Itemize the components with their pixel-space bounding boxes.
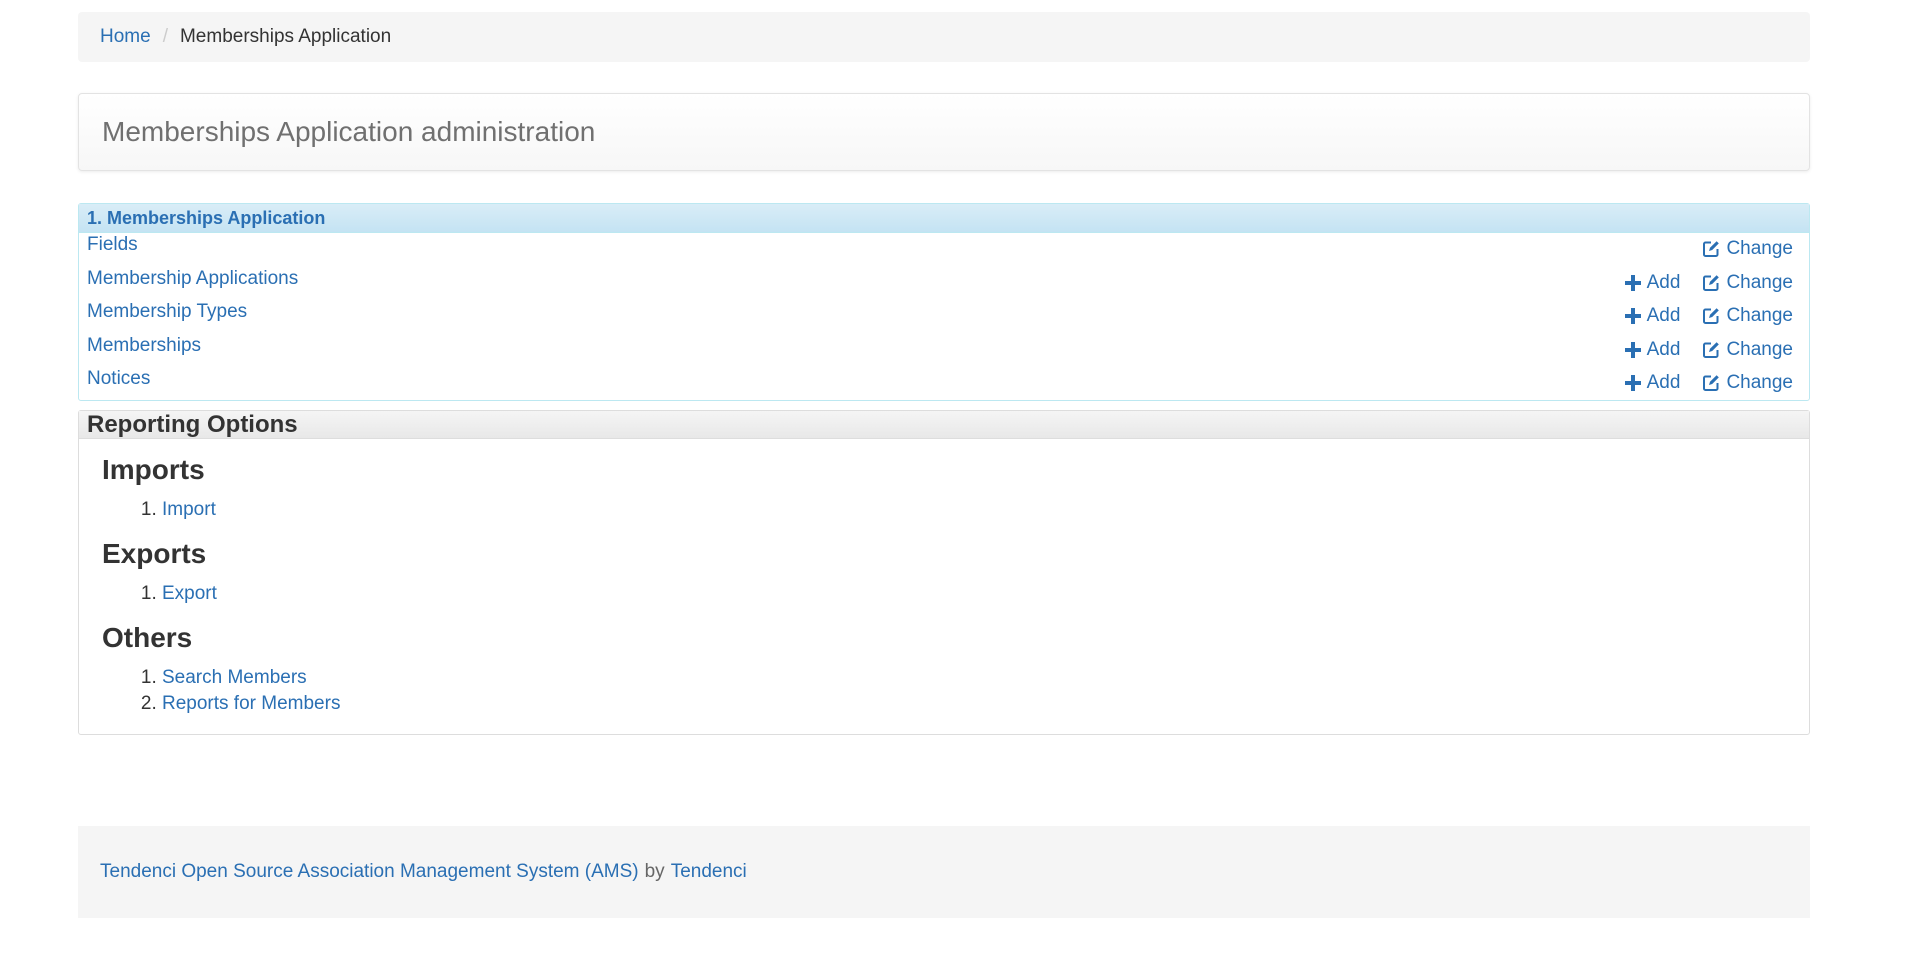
model-actions: Add Change [1624,271,1793,294]
change-label: Change [1726,338,1793,360]
footer: Tendenci Open Source Association Managem… [78,826,1810,918]
edit-icon [1702,307,1720,325]
change-membership-types-button[interactable]: Change [1702,305,1793,327]
change-label: Change [1726,271,1793,293]
reporting-caption: Reporting Options [79,411,1809,439]
edit-icon [1702,341,1720,359]
search-members-link[interactable]: Search Members [162,667,307,688]
breadcrumb: Home / Memberships Application [78,12,1810,62]
app-module-memberships: 1. Memberships Application Fields Change M… [78,203,1810,401]
page-header: Memberships Application administration [78,93,1810,171]
change-membership-applications-button[interactable]: Change [1702,272,1793,294]
model-link-membership-types[interactable]: Membership Types [87,301,247,323]
model-row-memberships: Memberships Add Change [79,334,1809,368]
module-caption: 1. Memberships Application [79,204,1809,233]
add-notices-button[interactable]: Add [1624,372,1681,394]
model-link-membership-applications[interactable]: Membership Applications [87,268,298,290]
change-fields-button[interactable]: Change [1702,238,1793,260]
plus-icon [1624,308,1641,324]
model-actions: Change [1702,238,1793,260]
breadcrumb-separator: / [162,26,168,47]
exports-list: Export [102,581,1786,607]
plus-icon [1624,274,1641,291]
list-item: Export [162,581,1786,607]
plus-icon [1624,341,1641,358]
change-label: Change [1726,372,1793,393]
reports-for-members-link[interactable]: Reports for Members [162,693,340,714]
breadcrumb-home-link[interactable]: Home [100,26,151,48]
breadcrumb-current: Memberships Application [179,26,392,47]
import-link[interactable]: Import [162,499,216,520]
model-row-fields: Fields Change [79,233,1809,267]
model-row-membership-types: Membership Types Add Change [79,300,1809,334]
edit-icon [1702,374,1720,392]
add-label: Add [1646,338,1681,360]
page-title: Memberships Application administration [102,116,596,147]
add-label: Add [1646,372,1681,393]
model-link-notices[interactable]: Notices [87,368,150,390]
exports-heading: Exports [102,538,207,569]
edit-icon [1702,240,1720,258]
add-membership-applications-button[interactable]: Add [1624,271,1681,294]
model-actions: Add Change [1624,305,1793,327]
model-row-notices: Notices Add Change [79,367,1809,401]
edit-icon [1702,274,1720,292]
change-label: Change [1726,238,1793,259]
reporting-options-panel: Reporting Options Imports Import Exports… [78,410,1810,735]
add-label: Add [1646,305,1681,326]
model-actions: Add Change [1624,372,1793,394]
change-notices-button[interactable]: Change [1702,372,1793,394]
change-label: Change [1726,305,1793,326]
others-list: Search Members Reports for Members [102,665,1786,717]
model-link-memberships[interactable]: Memberships [87,335,201,357]
footer-by-text: by [644,861,665,882]
add-memberships-button[interactable]: Add [1624,338,1681,361]
footer-company-link[interactable]: Tendenci [671,861,747,883]
others-heading: Others [102,622,193,653]
imports-heading: Imports [102,454,205,485]
list-item: Search Members [162,665,1786,691]
plus-icon [1624,375,1641,391]
imports-list: Import [102,497,1786,523]
model-row-membership-applications: Membership Applications Add Change [79,267,1809,301]
module-caption-link[interactable]: 1. Memberships Application [87,208,325,229]
footer-product-link[interactable]: Tendenci Open Source Association Managem… [100,861,639,883]
add-membership-types-button[interactable]: Add [1624,305,1681,327]
add-label: Add [1646,271,1681,293]
export-link[interactable]: Export [162,583,217,604]
model-link-fields[interactable]: Fields [87,234,138,256]
model-actions: Add Change [1624,338,1793,361]
list-item: Import [162,497,1786,523]
change-memberships-button[interactable]: Change [1702,339,1793,361]
list-item: Reports for Members [162,691,1786,717]
